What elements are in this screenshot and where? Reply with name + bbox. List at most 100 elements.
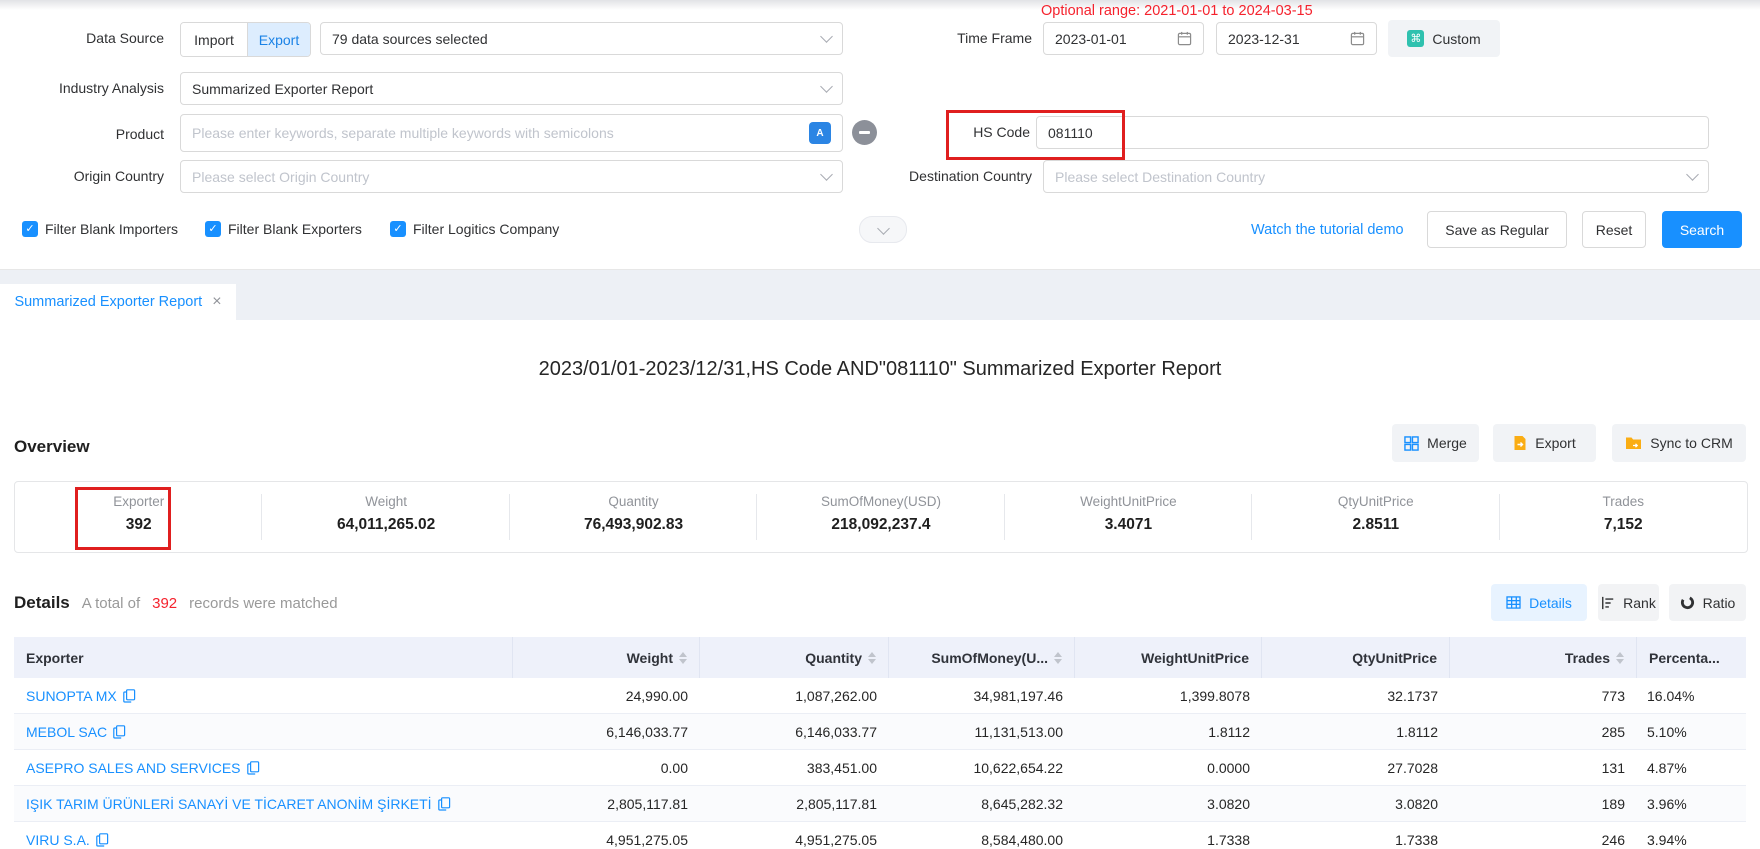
column-label: Exporter <box>26 650 84 666</box>
cell-trades: 285 <box>1450 714 1637 749</box>
column-label: Percenta... <box>1649 650 1720 666</box>
details-heading: Details <box>14 593 70 613</box>
stat-value: 392 <box>126 516 152 534</box>
view-ratio-button[interactable]: Ratio <box>1669 584 1746 621</box>
export-label: Export <box>1535 435 1575 451</box>
cell-value: 27.7028 <box>1387 760 1438 776</box>
origin-country-select[interactable]: Please select Origin Country <box>180 160 843 193</box>
translate-icon[interactable]: A <box>809 122 831 144</box>
sync-to-crm-button[interactable]: Sync to CRM <box>1612 424 1746 462</box>
stat-label: Quantity <box>608 494 658 509</box>
exporter-name[interactable]: MEBOL SAC <box>26 724 107 740</box>
sort-caret-icon[interactable] <box>1054 652 1062 664</box>
exporter-name-cell[interactable]: VIRU S.A. <box>14 822 513 849</box>
data-sources-select[interactable]: 79 data sources selected <box>320 22 843 55</box>
column-header-sumofmoney-u[interactable]: SumOfMoney(U... <box>889 637 1075 678</box>
copy-icon[interactable] <box>247 761 260 775</box>
exclude-keywords-icon[interactable] <box>852 120 877 145</box>
import-toggle[interactable]: Import <box>181 23 248 56</box>
filter-blank-exporters-checkbox[interactable]: ✓ Filter Blank Exporters <box>205 221 362 237</box>
cell-qtyunitprice: 3.0820 <box>1262 786 1450 821</box>
column-label: SumOfMoney(U... <box>931 650 1048 666</box>
chevron-down-icon <box>820 30 833 43</box>
reset-button[interactable]: Reset <box>1582 211 1646 248</box>
cell-percenta: 5.10% <box>1637 714 1746 749</box>
exporter-name[interactable]: SUNOPTA MX <box>26 688 117 704</box>
exporter-name-cell[interactable]: MEBOL SAC <box>14 714 513 749</box>
sort-caret-icon[interactable] <box>1616 652 1624 664</box>
chevron-down-icon <box>877 222 890 235</box>
end-date-value: 2023-12-31 <box>1228 31 1300 47</box>
checkbox-label: Filter Blank Exporters <box>228 221 362 237</box>
stat-qtyunitprice: QtyUnitPrice2.8511 <box>1252 482 1499 552</box>
save-as-regular-button[interactable]: Save as Regular <box>1427 211 1567 248</box>
column-header-quantity[interactable]: Quantity <box>700 637 889 678</box>
cell-weight: 0.00 <box>513 750 700 785</box>
sort-caret-icon[interactable] <box>679 652 687 664</box>
cell-qtyunitprice: 1.8112 <box>1262 714 1450 749</box>
exporter-name-cell[interactable]: IŞIK TARIM ÜRÜNLERİ SANAYİ VE TİCARET AN… <box>14 786 513 821</box>
tab-summarized-exporter-report[interactable]: Summarized Exporter Report × <box>0 284 236 320</box>
stat-sumofmoney-usd: SumOfMoney(USD)218,092,237.4 <box>757 482 1004 552</box>
cell-value: 4.87% <box>1647 760 1687 776</box>
industry-analysis-value: Summarized Exporter Report <box>192 81 373 97</box>
tutorial-link[interactable]: Watch the tutorial demo <box>1251 222 1404 238</box>
cell-weight: 24,990.00 <box>513 678 700 713</box>
close-icon[interactable]: × <box>212 294 221 310</box>
view-rank-button[interactable]: Rank <box>1598 584 1659 621</box>
copy-icon[interactable] <box>113 725 126 739</box>
exporter-name[interactable]: IŞIK TARIM ÜRÜNLERİ SANAYİ VE TİCARET AN… <box>26 796 432 812</box>
sort-caret-icon[interactable] <box>868 652 876 664</box>
destination-country-label: Destination Country <box>880 160 1032 193</box>
exporter-name-cell[interactable]: ASEPRO SALES AND SERVICES <box>14 750 513 785</box>
product-input[interactable]: Please enter keywords, separate multiple… <box>180 114 843 152</box>
view-rank-label: Rank <box>1623 595 1656 611</box>
data-source-label: Data Source <box>0 22 164 55</box>
start-date-input[interactable]: 2023-01-01 <box>1043 22 1204 55</box>
start-date-value: 2023-01-01 <box>1055 31 1127 47</box>
product-label: Product <box>0 118 164 151</box>
stat-value: 7,152 <box>1604 516 1643 534</box>
calendar-icon <box>1350 31 1365 46</box>
chevron-down-icon <box>820 80 833 93</box>
destination-country-select[interactable]: Please select Destination Country <box>1043 160 1709 193</box>
hs-code-input[interactable]: 081110 <box>1036 116 1709 149</box>
copy-icon[interactable] <box>438 797 451 811</box>
view-details-button[interactable]: Details <box>1491 584 1587 621</box>
cell-value: 8,584,480.00 <box>981 832 1063 848</box>
exporter-name[interactable]: VIRU S.A. <box>26 832 90 848</box>
details-view-icon <box>1506 596 1521 609</box>
end-date-input[interactable]: 2023-12-31 <box>1216 22 1377 55</box>
column-label: WeightUnitPrice <box>1141 650 1249 666</box>
filter-logistics-company-checkbox[interactable]: ✓ Filter Logitics Company <box>390 221 559 237</box>
column-header-trades[interactable]: Trades <box>1450 637 1637 678</box>
cell-value: 383,451.00 <box>807 760 877 776</box>
export-toggle[interactable]: Export <box>248 23 310 56</box>
checkbox-label: Filter Logitics Company <box>413 221 559 237</box>
time-frame-label: Time Frame <box>900 22 1032 55</box>
cell-value: 3.0820 <box>1207 796 1250 812</box>
stat-exporter: Exporter392 <box>15 482 262 552</box>
cell-weightunitprice: 1.7338 <box>1075 822 1262 849</box>
cell-quantity: 1,087,262.00 <box>700 678 889 713</box>
search-button[interactable]: Search <box>1662 211 1742 248</box>
exporter-name-cell[interactable]: SUNOPTA MX <box>14 678 513 713</box>
exporter-name[interactable]: ASEPRO SALES AND SERVICES <box>26 760 241 776</box>
cell-value: 3.94% <box>1647 832 1687 848</box>
industry-analysis-select[interactable]: Summarized Exporter Report <box>180 72 843 105</box>
copy-icon[interactable] <box>123 689 136 703</box>
copy-icon[interactable] <box>96 833 109 847</box>
details-table: Exporter WeightQuantity SumOfMoney(U... Wei… <box>14 637 1746 849</box>
custom-button[interactable]: ⌘ Custom <box>1388 20 1500 57</box>
cell-value: 189 <box>1602 796 1625 812</box>
stat-value: 218,092,237.4 <box>831 516 930 534</box>
ratio-view-icon <box>1680 595 1695 610</box>
merge-button[interactable]: Merge <box>1392 424 1479 462</box>
filter-blank-importers-checkbox[interactable]: ✓ Filter Blank Importers <box>22 221 178 237</box>
product-placeholder: Please enter keywords, separate multiple… <box>192 125 614 141</box>
export-button[interactable]: Export <box>1493 424 1596 462</box>
expand-filters-button[interactable] <box>859 216 907 243</box>
cell-quantity: 4,951,275.05 <box>700 822 889 849</box>
cell-quantity: 6,146,033.77 <box>700 714 889 749</box>
column-header-weight[interactable]: Weight <box>513 637 700 678</box>
